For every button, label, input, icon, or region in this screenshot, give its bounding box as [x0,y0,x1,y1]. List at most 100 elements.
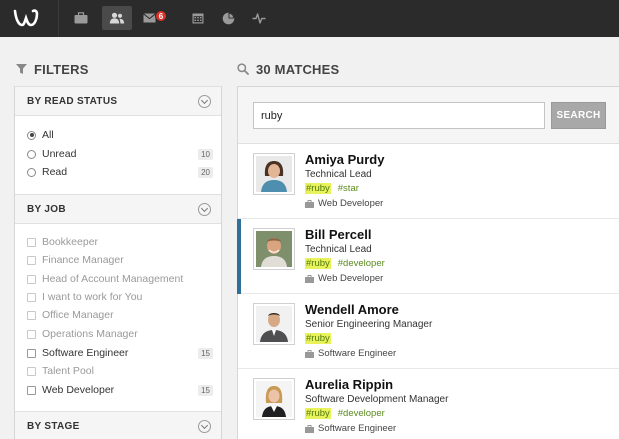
job-option-finance-manager[interactable]: Finance Manager [27,252,213,268]
read-status-title: BY READ STATUS [27,96,118,107]
people-icon[interactable] [102,6,132,30]
count-badge: 20 [198,166,213,178]
top-navigation-bar: 6 [0,0,619,37]
avatar [253,228,295,270]
activity-icon[interactable] [244,6,274,30]
read-status-header[interactable]: BY READ STATUS [15,86,221,116]
job-option-bookkeeper[interactable]: Bookkeeper [27,234,213,250]
tag-list: #ruby #star [305,183,366,194]
chevron-down-icon[interactable] [198,203,211,216]
read-status-option-all[interactable]: All [27,127,213,143]
candidate-name[interactable]: Amiya Purdy [305,152,384,167]
tag[interactable]: #developer [337,258,386,269]
tag[interactable]: #developer [337,408,386,419]
job-option-head-of-account-management[interactable]: Head of Account Management [27,271,213,287]
candidate-card[interactable]: Bill Percell Technical Lead #ruby #devel… [237,219,619,294]
filter-icon [16,64,27,74]
checkbox[interactable] [27,237,36,247]
option-label: Bookkeeper [42,236,99,248]
checkbox[interactable] [27,274,36,284]
candidate-name[interactable]: Aurelia Rippin [305,377,393,392]
option-label: Talent Pool [42,365,94,377]
tag[interactable]: #ruby [305,183,331,194]
tag[interactable]: #star [337,183,360,194]
job-label: Web Developer [318,198,384,209]
checkbox[interactable] [27,385,36,395]
tag-list: #ruby #developer [305,408,392,419]
count-badge: 15 [198,347,213,359]
stage-header[interactable]: BY STAGE [15,411,221,439]
checkbox[interactable] [27,329,36,339]
option-label: Head of Account Management [42,273,184,285]
candidate-job: Web Developer [305,273,383,284]
candidate-role: Technical Lead [305,169,372,180]
mail-icon[interactable]: 6 [138,6,168,30]
candidate-job: Software Engineer [305,423,396,434]
radio-button[interactable] [27,167,36,177]
tag[interactable]: #ruby [305,333,331,344]
candidate-card[interactable]: Wendell Amore Senior Engineering Manager… [238,294,619,369]
job-header[interactable]: BY JOB [15,194,221,224]
search-bar: SEARCH [238,87,619,144]
search-input[interactable] [253,102,545,129]
checkbox[interactable] [27,255,36,265]
checkbox[interactable] [27,348,36,358]
count-badge: 10 [198,148,213,160]
matches-panel: SEARCH Amiya Purdy Technical Lead #ruby … [237,86,619,439]
option-label: Read [42,166,68,178]
chevron-down-icon[interactable] [198,95,211,108]
tag-list: #ruby #developer [305,258,392,269]
calendar-icon[interactable] [183,6,213,30]
candidate-name[interactable]: Wendell Amore [305,302,399,317]
read-status-option-read[interactable]: Read 20 [27,164,213,180]
job-title: BY JOB [27,204,66,215]
job-option-software-engineer[interactable]: Software Engineer 15 [27,345,213,361]
job-label: Web Developer [318,273,384,284]
radio-button[interactable] [27,130,36,140]
job-option-office-manager[interactable]: Office Manager [27,307,213,323]
tag[interactable]: #ruby [305,408,331,419]
job-label: Software Engineer [318,423,397,434]
checkbox[interactable] [27,366,36,376]
option-label: Software Engineer [42,347,129,359]
tag[interactable]: #ruby [305,258,331,269]
candidate-job: Web Developer [305,198,383,209]
filters-title: FILTERS [34,61,89,77]
chevron-down-icon[interactable] [198,420,211,433]
matches-heading: 30 MATCHES [237,60,339,78]
candidate-job: Software Engineer [305,348,396,359]
job-option-i-want-to-work-for-you[interactable]: I want to work for You [27,289,213,305]
filters-panel: BY READ STATUS All Unread 10 Read 20 BY … [14,86,222,439]
pie-chart-icon[interactable] [213,6,243,30]
briefcase-icon [305,274,314,283]
candidate-role: Senior Engineering Manager [305,319,433,330]
job-option-operations-manager[interactable]: Operations Manager [27,326,213,342]
candidate-card[interactable]: Amiya Purdy Technical Lead #ruby #star W… [238,144,619,219]
matches-count: 30 MATCHES [256,61,340,77]
count-badge: 15 [198,384,213,396]
option-label: Finance Manager [42,254,124,266]
job-option-web-developer[interactable]: Web Developer 15 [27,382,213,398]
option-label: I want to work for You [42,291,143,303]
option-label: Web Developer [42,384,115,396]
candidate-role: Technical Lead [305,244,372,255]
option-label: Office Manager [42,309,114,321]
read-status-option-unread[interactable]: Unread 10 [27,146,213,162]
briefcase-icon [305,424,314,433]
radio-button[interactable] [27,149,36,159]
candidate-name[interactable]: Bill Percell [305,227,371,242]
checkbox[interactable] [27,292,36,302]
avatar [253,303,295,345]
filters-heading: FILTERS [16,60,89,78]
job-label: Software Engineer [318,348,397,359]
candidate-card[interactable]: Aurelia Rippin Software Development Mana… [238,369,619,439]
unread-badge: 6 [155,10,167,22]
option-label: All [42,129,54,141]
candidate-role: Software Development Manager [305,394,449,405]
checkbox[interactable] [27,310,36,320]
job-option-talent-pool[interactable]: Talent Pool [27,363,213,379]
option-label: Operations Manager [42,328,138,340]
briefcase-icon[interactable] [66,6,96,30]
search-button[interactable]: SEARCH [551,102,606,129]
logo-icon[interactable] [12,6,42,30]
